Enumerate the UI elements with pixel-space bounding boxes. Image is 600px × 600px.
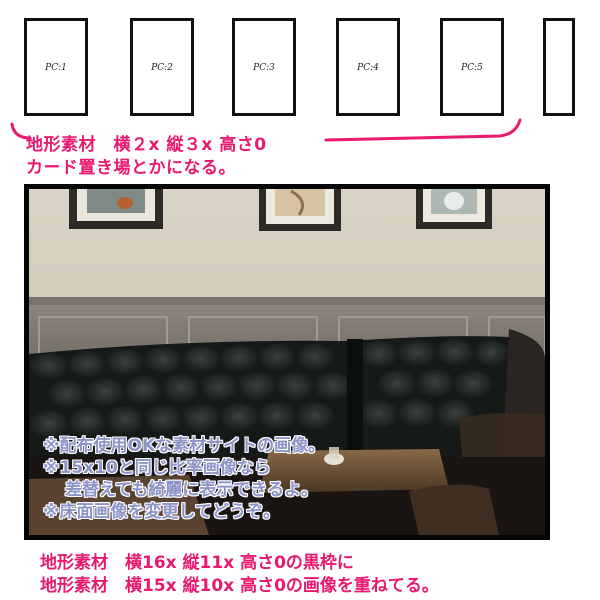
card-slot-pc2: PC:2 [130, 18, 194, 116]
floor-image-frame: ※配布使用OKな素材サイトの画像。 ※15x10と同じ比率画像なら 差替えても綺… [24, 184, 550, 540]
card-slot-pc1: PC:1 [24, 18, 88, 116]
card-slot-pc5: PC:5 [440, 18, 504, 116]
top-caption-line2: カード置き場とかになる。 [26, 158, 236, 178]
bottom-caption-line2: 地形素材 横15x 縦10x 高さ0の画像を重ねてる。 [40, 576, 439, 596]
card-slot-pc3: PC:3 [232, 18, 296, 116]
card-label: PC:4 [357, 63, 379, 73]
card-slot-pc4: PC:4 [336, 18, 400, 116]
card-label: PC:2 [151, 63, 173, 73]
card-slot-partial [543, 18, 575, 116]
card-label: PC:5 [461, 63, 483, 73]
photo-note-line4: ※床面画像を変更してどうぞ。 [43, 502, 281, 522]
top-caption-line1: 地形素材 横２x 縦３x 高さ0 [26, 135, 267, 155]
bottom-caption-line1: 地形素材 横16x 縦11x 高さ0の黒枠に [40, 553, 354, 573]
card-label: PC:3 [253, 63, 275, 73]
card-label: PC:1 [45, 63, 67, 73]
